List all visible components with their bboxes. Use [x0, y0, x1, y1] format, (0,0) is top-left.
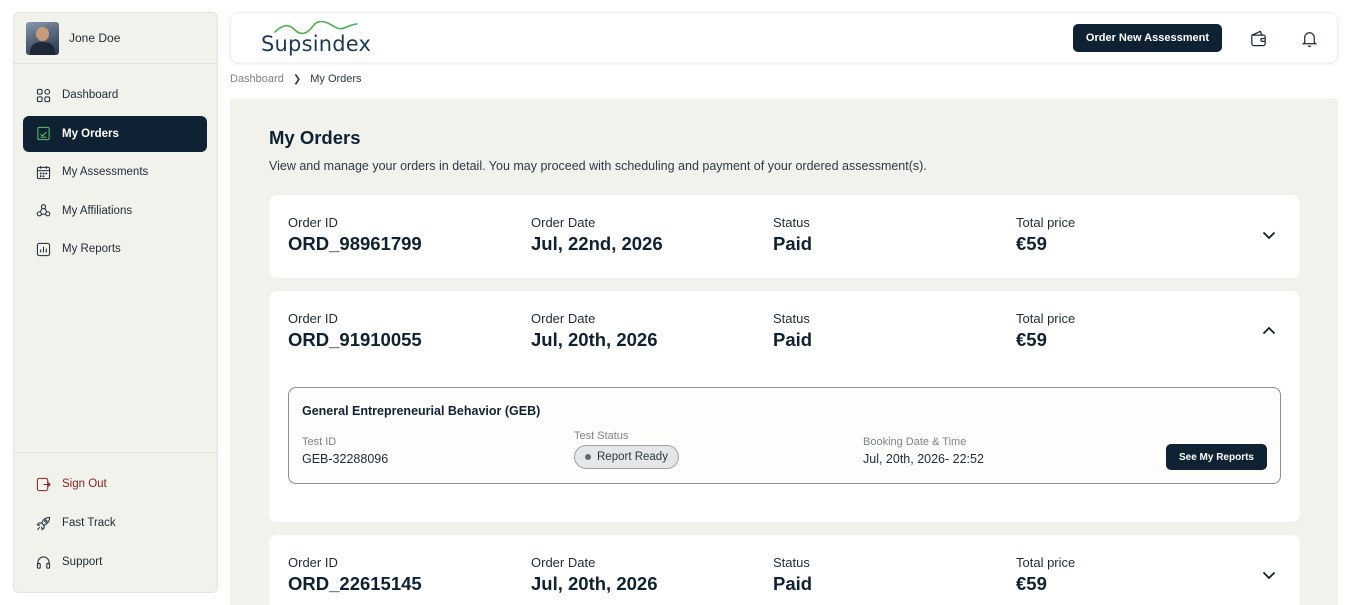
sign-out-label: Sign Out: [62, 478, 107, 490]
order-date-field: Order Date Jul, 20th, 2026: [531, 555, 657, 595]
calendar-icon: [36, 165, 51, 180]
order-price-field: Total price €59: [1016, 555, 1075, 595]
order-id-value: ORD_22615145: [288, 573, 422, 594]
order-price-label: Total price: [1016, 215, 1076, 230]
order-status-field: Status Paid: [773, 555, 812, 595]
page-title: My Orders: [269, 127, 361, 148]
main-content: My Orders View and manage your orders in…: [230, 99, 1338, 605]
order-id-field: Order ID ORD_98961799: [288, 215, 422, 255]
order-status-value: Paid: [773, 329, 813, 350]
fast-track-link[interactable]: Fast Track: [23, 505, 207, 541]
breadcrumb-separator-icon: ❯: [292, 73, 302, 85]
order-date-field: Order Date Jul, 22nd, 2026: [531, 215, 663, 255]
order-id-label: Order ID: [288, 555, 338, 570]
top-header: Supsindex Order New Assessment: [230, 12, 1338, 63]
test-status-field: Test Status Report Ready: [574, 430, 679, 469]
order-id-label: Order ID: [288, 311, 338, 326]
fast-track-label: Fast Track: [62, 517, 116, 529]
avatar: [26, 21, 59, 55]
sign-out-icon: [36, 477, 51, 492]
order-id-field: Order ID ORD_91910055: [288, 311, 422, 351]
order-card[interactable]: Order ID ORD_98961799 Order Date Jul, 22…: [269, 195, 1300, 278]
breadcrumb-current: My Orders: [310, 73, 362, 85]
sidebar-item-my-orders[interactable]: My Orders: [23, 115, 207, 152]
support-link[interactable]: Support: [23, 544, 207, 580]
order-price-field: Total price €59: [1016, 215, 1075, 255]
affiliations-icon: [36, 203, 51, 218]
chevron-up-icon[interactable]: [1260, 322, 1278, 340]
status-dot-icon: [585, 454, 591, 460]
order-status-value: Paid: [773, 573, 813, 594]
order-date-value: Jul, 22nd, 2026: [531, 233, 663, 254]
page-description: View and manage your orders in detail. Y…: [269, 159, 927, 173]
reports-icon: [36, 242, 51, 257]
order-status-value: Paid: [773, 233, 813, 254]
headset-icon: [36, 555, 51, 570]
status-badge: Report Ready: [574, 445, 679, 469]
order-id-value: ORD_91910055: [288, 329, 422, 350]
order-price-label: Total price: [1016, 555, 1076, 570]
sidebar-item-label: My Assessments: [62, 166, 149, 178]
order-date-value: Jul, 20th, 2026: [531, 329, 658, 350]
sidebar-item-label: My Orders: [62, 127, 119, 140]
order-date-value: Jul, 20th, 2026: [531, 573, 658, 594]
test-name: General Entrepreneurial Behavior (GEB): [302, 404, 541, 418]
order-card[interactable]: Order ID ORD_22615145 Order Date Jul, 20…: [269, 535, 1300, 605]
test-id-value: GEB-32288096: [302, 452, 389, 466]
test-details: General Entrepreneurial Behavior (GEB) T…: [288, 387, 1281, 484]
sidebar-item-my-affiliations[interactable]: My Affiliations: [23, 193, 207, 229]
order-id-field: Order ID ORD_22615145: [288, 555, 422, 595]
orders-icon: [36, 126, 51, 141]
order-price-value: €59: [1016, 233, 1047, 254]
see-my-reports-button[interactable]: See My Reports: [1165, 444, 1267, 470]
status-badge-label: Report Ready: [597, 451, 668, 463]
chevron-down-icon[interactable]: [1260, 226, 1278, 244]
sidebar-item-dashboard[interactable]: Dashboard: [23, 77, 207, 113]
bell-icon[interactable]: [1298, 27, 1320, 49]
sidebar-item-label: My Reports: [62, 243, 121, 255]
booking-field: Booking Date & Time Jul, 20th, 2026- 22:…: [863, 436, 984, 466]
test-id-label: Test ID: [302, 436, 337, 448]
sidebar: Jone Doe Dashboard My Orders My Assessme…: [13, 12, 218, 593]
order-status-label: Status: [773, 311, 810, 326]
sidebar-item-my-assessments[interactable]: My Assessments: [23, 154, 207, 190]
sidebar-item-label: My Affiliations: [62, 204, 133, 217]
chevron-down-icon[interactable]: [1260, 566, 1278, 584]
rocket-icon: [36, 516, 51, 531]
test-id-field: Test ID GEB-32288096: [302, 436, 388, 466]
breadcrumb: Dashboard ❯ My Orders: [230, 73, 362, 85]
order-id-value: ORD_98961799: [288, 233, 422, 254]
order-price-field: Total price €59: [1016, 311, 1075, 351]
order-price-label: Total price: [1016, 311, 1076, 326]
sign-out-button[interactable]: Sign Out: [23, 466, 207, 502]
wallet-icon[interactable]: [1247, 27, 1269, 49]
order-new-assessment-button[interactable]: Order New Assessment: [1072, 24, 1222, 52]
logo-text: Supsindex: [261, 32, 372, 56]
order-status-label: Status: [773, 555, 810, 570]
logo[interactable]: Supsindex: [261, 21, 371, 56]
test-status-label: Test Status: [574, 430, 629, 442]
order-price-value: €59: [1016, 573, 1047, 594]
order-price-value: €59: [1016, 329, 1047, 350]
order-date-field: Order Date Jul, 20th, 2026: [531, 311, 657, 351]
order-status-field: Status Paid: [773, 311, 812, 351]
order-id-label: Order ID: [288, 215, 338, 230]
user-profile[interactable]: Jone Doe: [14, 13, 217, 64]
sidebar-item-my-reports[interactable]: My Reports: [23, 231, 207, 267]
sidebar-bottom: Sign Out Fast Track Support: [14, 452, 217, 583]
user-name: Jone Doe: [69, 31, 121, 45]
order-date-label: Order Date: [531, 311, 596, 326]
order-date-label: Order Date: [531, 555, 596, 570]
booking-value: Jul, 20th, 2026- 22:52: [863, 452, 984, 466]
support-label: Support: [62, 556, 103, 568]
sidebar-nav: Dashboard My Orders My Assessments My Af…: [14, 77, 217, 267]
breadcrumb-dashboard-link[interactable]: Dashboard: [230, 73, 284, 85]
booking-label: Booking Date & Time: [863, 436, 967, 448]
dashboard-icon: [36, 88, 51, 103]
sidebar-item-label: Dashboard: [62, 89, 119, 101]
order-status-field: Status Paid: [773, 215, 812, 255]
order-date-label: Order Date: [531, 215, 596, 230]
order-status-label: Status: [773, 215, 810, 230]
order-card[interactable]: Order ID ORD_91910055 Order Date Jul, 20…: [269, 291, 1300, 522]
